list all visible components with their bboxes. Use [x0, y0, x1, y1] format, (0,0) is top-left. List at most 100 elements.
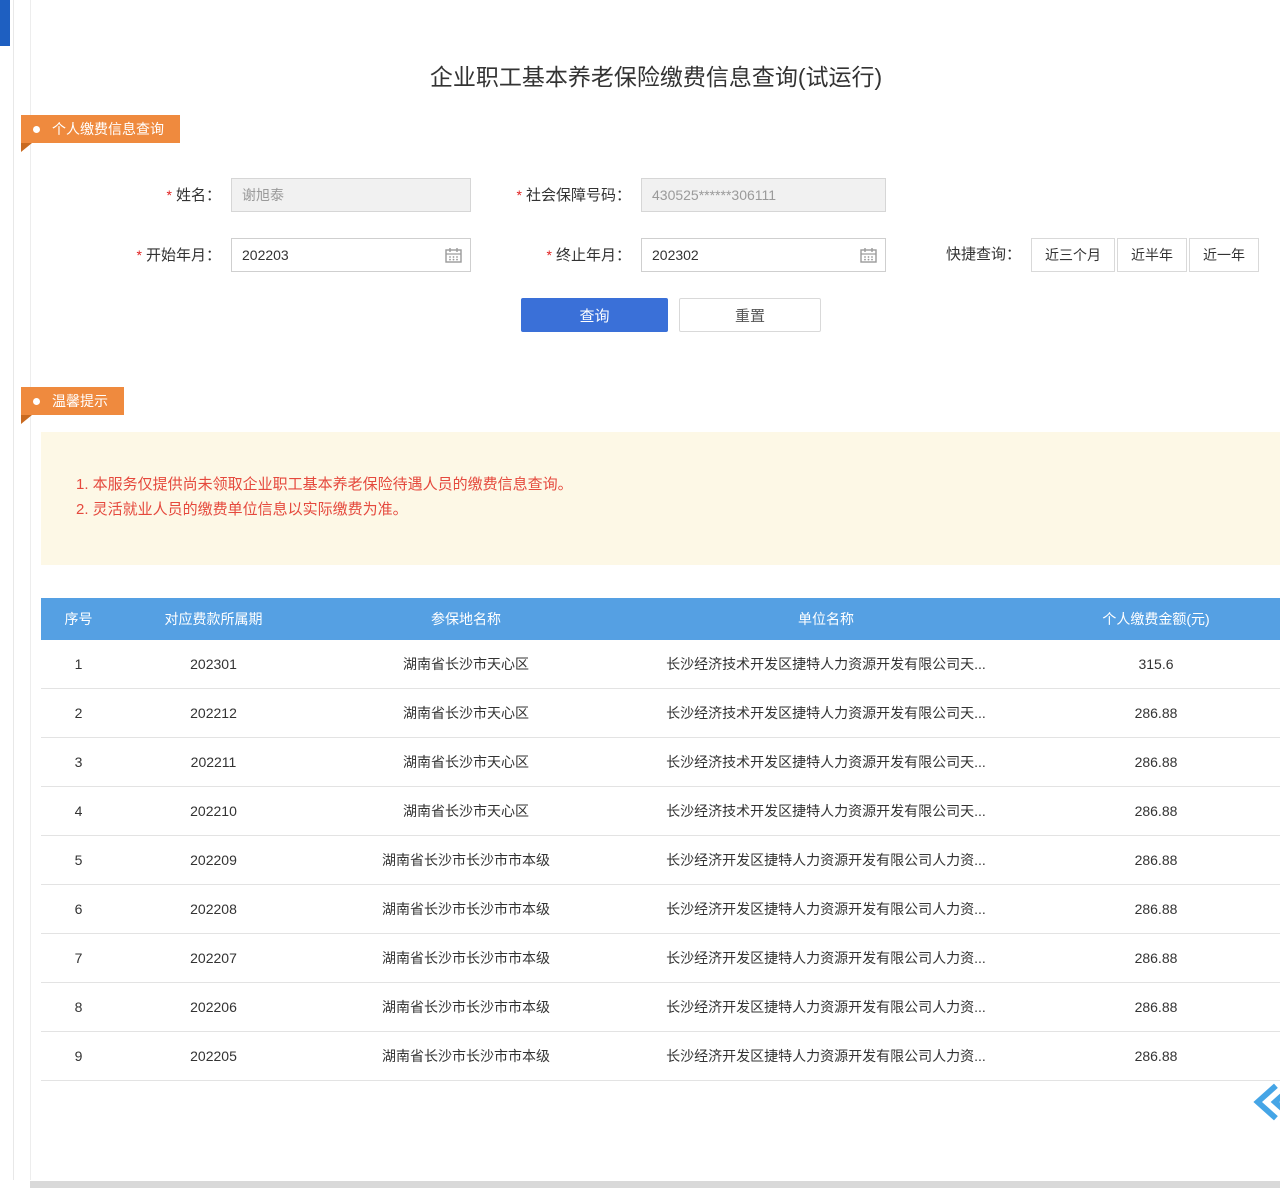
ssn-label: *社会保障号码：: [456, 178, 631, 212]
table-cell: 长沙经济开发区捷特人力资源开发有限公司人力资...: [621, 997, 1031, 1017]
table-row: 4202210湖南省长沙市天心区长沙经济技术开发区捷特人力资源开发有限公司天..…: [41, 787, 1280, 836]
table-cell: 202209: [116, 852, 311, 868]
query-button[interactable]: 查询: [521, 298, 668, 332]
table-cell: 286.88: [1031, 901, 1280, 917]
notice-line: 2. 灵活就业人员的缴费单位信息以实际缴费为准。: [76, 497, 1280, 522]
table-cell: 286.88: [1031, 999, 1280, 1015]
table-row: 3202211湖南省长沙市天心区长沙经济技术开发区捷特人力资源开发有限公司天..…: [41, 738, 1280, 787]
table-header-row: 序号对应费款所属期参保地名称单位名称个人缴费金额(元): [41, 598, 1280, 640]
table-cell: 湖南省长沙市天心区: [311, 801, 621, 821]
name-label: *姓名：: [91, 178, 221, 212]
table-row: 1202301湖南省长沙市天心区长沙经济技术开发区捷特人力资源开发有限公司天..…: [41, 640, 1280, 689]
calendar-icon[interactable]: [860, 247, 877, 263]
required-mark: *: [137, 247, 142, 263]
quick-query-label: 快捷查询：: [931, 238, 1021, 272]
table-cell: 202212: [116, 705, 311, 721]
notice-line: 1. 本服务仅提供尚未领取企业职工基本养老保险待遇人员的缴费信息查询。: [76, 472, 1280, 497]
table-cell: 7: [41, 950, 116, 966]
required-mark: *: [547, 247, 552, 263]
table-cell: 202210: [116, 803, 311, 819]
section-tag-label: 个人缴费信息查询: [52, 119, 164, 139]
table-cell: 湖南省长沙市天心区: [311, 752, 621, 772]
bullet-icon: [33, 398, 40, 405]
column-header: 参保地名称: [311, 609, 621, 629]
column-header: 个人缴费金额(元): [1031, 609, 1280, 629]
bullet-icon: [33, 126, 40, 133]
table-row: 9202205湖南省长沙市长沙市市本级长沙经济开发区捷特人力资源开发有限公司人力…: [41, 1032, 1280, 1081]
end-month-input[interactable]: [642, 247, 860, 263]
table-cell: 202205: [116, 1048, 311, 1064]
table-cell: 1: [41, 656, 116, 672]
table-cell: 湖南省长沙市长沙市市本级: [311, 948, 621, 968]
table-cell: 长沙经济技术开发区捷特人力资源开发有限公司天...: [621, 752, 1031, 772]
start-month-label: *开始年月：: [91, 238, 221, 272]
table-cell: 286.88: [1031, 1048, 1280, 1064]
table-cell: 202206: [116, 999, 311, 1015]
notice-box: 1. 本服务仅提供尚未领取企业职工基本养老保险待遇人员的缴费信息查询。2. 灵活…: [41, 432, 1280, 565]
page-title: 企业职工基本养老保险缴费信息查询(试运行): [31, 58, 1280, 92]
required-mark: *: [517, 187, 522, 203]
table-cell: 湖南省长沙市天心区: [311, 654, 621, 674]
table-row: 5202209湖南省长沙市长沙市市本级长沙经济开发区捷特人力资源开发有限公司人力…: [41, 836, 1280, 885]
tag-fold: [21, 415, 32, 424]
quick-query-option-1[interactable]: 近三个月: [1031, 238, 1115, 272]
table-cell: 5: [41, 852, 116, 868]
start-month-input[interactable]: [232, 247, 445, 263]
collapsed-sidebar: [0, 0, 14, 1180]
table-cell: 286.88: [1031, 950, 1280, 966]
reset-button[interactable]: 重置: [679, 298, 821, 332]
quick-query-group: 近三个月近半年近一年: [1031, 238, 1259, 272]
start-month-field-box: [231, 238, 471, 272]
table-body: 1202301湖南省长沙市天心区长沙经济技术开发区捷特人力资源开发有限公司天..…: [41, 640, 1280, 1081]
table-cell: 湖南省长沙市长沙市市本级: [311, 1046, 621, 1066]
double-chevron-left-icon[interactable]: [1251, 1080, 1280, 1124]
table-cell: 湖南省长沙市天心区: [311, 703, 621, 723]
section-tag-personal-query: 个人缴费信息查询: [21, 115, 180, 143]
table-cell: 202211: [116, 754, 311, 770]
table-row: 2202212湖南省长沙市天心区长沙经济技术开发区捷特人力资源开发有限公司天..…: [41, 689, 1280, 738]
table-cell: 长沙经济技术开发区捷特人力资源开发有限公司天...: [621, 801, 1031, 821]
table-row: 7202207湖南省长沙市长沙市市本级长沙经济开发区捷特人力资源开发有限公司人力…: [41, 934, 1280, 983]
table-cell: 202208: [116, 901, 311, 917]
required-mark: *: [167, 187, 172, 203]
table-cell: 202207: [116, 950, 311, 966]
table-row: 8202206湖南省长沙市长沙市市本级长沙经济开发区捷特人力资源开发有限公司人力…: [41, 983, 1280, 1032]
end-month-label: *终止年月：: [456, 238, 631, 272]
table-cell: 315.6: [1031, 656, 1280, 672]
table-cell: 湖南省长沙市长沙市市本级: [311, 899, 621, 919]
table-cell: 286.88: [1031, 705, 1280, 721]
quick-query-option-2[interactable]: 近半年: [1117, 238, 1187, 272]
table-cell: 286.88: [1031, 754, 1280, 770]
table-cell: 9: [41, 1048, 116, 1064]
quick-query-option-3[interactable]: 近一年: [1189, 238, 1259, 272]
section-tag-label: 温馨提示: [52, 391, 108, 411]
table-cell: 286.88: [1031, 803, 1280, 819]
sidebar-accent-bar: [0, 0, 10, 46]
table-cell: 长沙经济开发区捷特人力资源开发有限公司人力资...: [621, 948, 1031, 968]
table-cell: 长沙经济技术开发区捷特人力资源开发有限公司天...: [621, 703, 1031, 723]
table-cell: 286.88: [1031, 852, 1280, 868]
column-header: 单位名称: [621, 609, 1031, 629]
ssn-input[interactable]: [642, 187, 885, 203]
table-cell: 长沙经济开发区捷特人力资源开发有限公司人力资...: [621, 1046, 1031, 1066]
table-cell: 8: [41, 999, 116, 1015]
table-cell: 2: [41, 705, 116, 721]
column-header: 序号: [41, 609, 116, 629]
table-cell: 长沙经济开发区捷特人力资源开发有限公司人力资...: [621, 850, 1031, 870]
table-cell: 长沙经济开发区捷特人力资源开发有限公司人力资...: [621, 899, 1031, 919]
table-cell: 4: [41, 803, 116, 819]
section-tag-tips: 温馨提示: [21, 387, 124, 415]
end-month-field-box: [641, 238, 886, 272]
table-row: 6202208湖南省长沙市长沙市市本级长沙经济开发区捷特人力资源开发有限公司人力…: [41, 885, 1280, 934]
table-cell: 6: [41, 901, 116, 917]
bottom-scrollbar[interactable]: [30, 1181, 1280, 1188]
column-header: 对应费款所属期: [116, 609, 311, 629]
name-input[interactable]: [232, 187, 470, 203]
ssn-field-box: [641, 178, 886, 212]
tag-fold: [21, 143, 32, 152]
main-panel: 企业职工基本养老保险缴费信息查询(试运行) 个人缴费信息查询 *姓名： *社会保…: [30, 0, 1280, 1180]
table-cell: 长沙经济技术开发区捷特人力资源开发有限公司天...: [621, 654, 1031, 674]
table-cell: 202301: [116, 656, 311, 672]
results-table: 序号对应费款所属期参保地名称单位名称个人缴费金额(元) 1202301湖南省长沙…: [41, 598, 1280, 1081]
name-field-box: [231, 178, 471, 212]
